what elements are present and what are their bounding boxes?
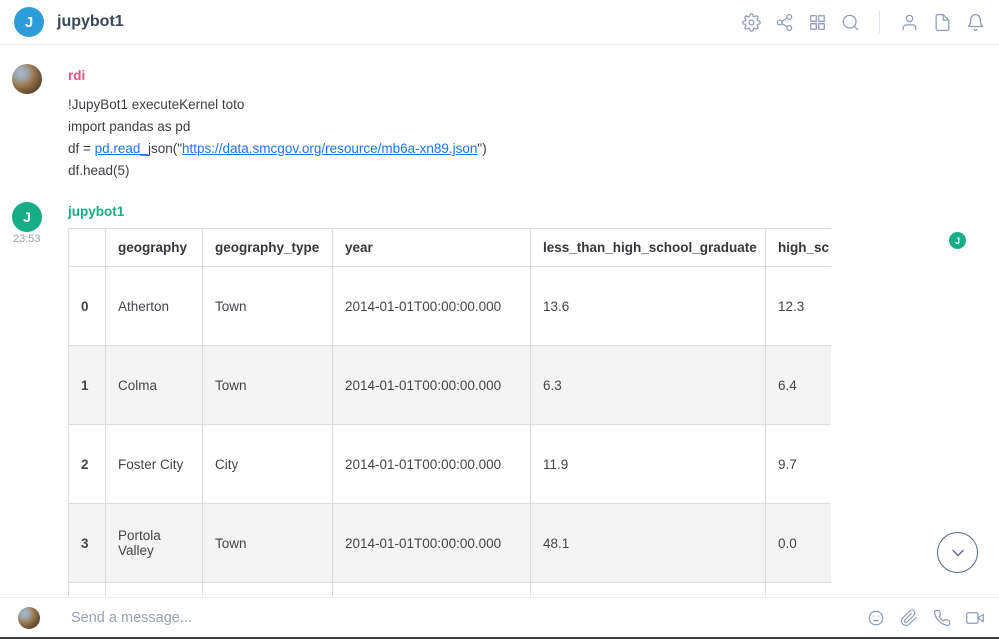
column-header: geography	[106, 229, 203, 267]
table-row-partial	[69, 583, 832, 597]
bell-icon[interactable]	[965, 12, 985, 32]
composer-actions	[866, 608, 985, 628]
author-name-jupybot1[interactable]: jupybot1	[68, 204, 124, 219]
table-cell	[531, 583, 766, 597]
chevron-down-icon	[948, 543, 968, 563]
header-actions	[741, 11, 985, 33]
row-index-cell: 0	[69, 267, 106, 346]
table-row: 0AthertonTown2014-01-01T00:00:00.00013.6…	[69, 267, 832, 346]
message-text: ")	[477, 141, 486, 156]
table-row: 3Portola ValleyTown2014-01-01T00:00:00.0…	[69, 504, 832, 583]
column-header: geography_type	[203, 229, 333, 267]
video-icon[interactable]	[965, 608, 985, 628]
jupybot1-avatar[interactable]: J	[12, 202, 42, 232]
table-cell	[333, 583, 531, 597]
column-header	[69, 229, 106, 267]
message-rdi: rdi !JupyBot1 executeKernel toto import p…	[68, 68, 928, 182]
jump-to-bottom-button[interactable]	[937, 532, 978, 573]
table-cell: 2014-01-01T00:00:00.000	[333, 425, 531, 504]
message-input[interactable]	[71, 610, 866, 626]
share-icon[interactable]	[774, 12, 794, 32]
table-cell	[766, 583, 832, 597]
rdi-avatar[interactable]	[12, 64, 42, 94]
table-cell: City	[203, 425, 333, 504]
table-cell: 48.1	[531, 504, 766, 583]
row-index-cell: 2	[69, 425, 106, 504]
self-avatar	[18, 607, 40, 629]
table-cell: Portola Valley	[106, 504, 203, 583]
table-cell: Colma	[106, 346, 203, 425]
table-body: 0AthertonTown2014-01-01T00:00:00.00013.6…	[69, 267, 832, 597]
message-text: df =	[68, 141, 95, 156]
channel-title: jupybot1	[57, 13, 124, 31]
chat-window: J jupybot1	[0, 0, 999, 639]
table-cell	[69, 583, 106, 597]
channel-header: J jupybot1	[0, 0, 999, 45]
table-cell: Foster City	[106, 425, 203, 504]
row-index-cell: 3	[69, 504, 106, 583]
dataframe-table: geographygeography_typeyearless_than_hig…	[68, 228, 831, 596]
message-composer	[0, 597, 999, 637]
user-icon[interactable]	[899, 12, 919, 32]
column-header: year	[333, 229, 531, 267]
table-cell: Town	[203, 504, 333, 583]
message-line: import pandas as pd	[68, 116, 928, 138]
table-cell: 9.7	[766, 425, 832, 504]
header-divider	[879, 11, 880, 33]
inline-link[interactable]: pd.read_	[95, 141, 148, 156]
table-cell	[106, 583, 203, 597]
column-header: less_than_high_school_graduate	[531, 229, 766, 267]
message-text: import pandas as pd	[68, 119, 190, 134]
settings-icon[interactable]	[741, 12, 761, 32]
table-cell: 12.3	[766, 267, 832, 346]
table-cell: 2014-01-01T00:00:00.000	[333, 504, 531, 583]
table-cell: 6.4	[766, 346, 832, 425]
message-line: df.head(5)	[68, 160, 928, 182]
dataframe-table-wrapper[interactable]: geographygeography_typeyearless_than_hig…	[68, 228, 831, 596]
table-row: 2Foster CityCity2014-01-01T00:00:00.0001…	[69, 425, 832, 504]
table-cell: Town	[203, 346, 333, 425]
unread-bot-badge[interactable]: J	[949, 232, 966, 249]
message-list[interactable]: rdi !JupyBot1 executeKernel toto import p…	[0, 45, 999, 597]
table-cell: Atherton	[106, 267, 203, 346]
table-cell: 6.3	[531, 346, 766, 425]
table-header-row: geographygeography_typeyearless_than_hig…	[69, 229, 832, 267]
message-body: !JupyBot1 executeKernel toto import panda…	[68, 94, 928, 182]
table-cell	[203, 583, 333, 597]
message-text: json("	[148, 141, 182, 156]
message-timestamp: 23:53	[13, 233, 41, 245]
message-line: !JupyBot1 executeKernel toto	[68, 94, 928, 116]
row-index-cell: 1	[69, 346, 106, 425]
message-line: df = pd.read_json("https://data.smcgov.o…	[68, 138, 928, 160]
table-cell: 0.0	[766, 504, 832, 583]
phone-icon[interactable]	[932, 608, 952, 628]
author-name-rdi[interactable]: rdi	[68, 68, 928, 83]
file-icon[interactable]	[932, 12, 952, 32]
table-cell: 13.6	[531, 267, 766, 346]
search-icon[interactable]	[840, 12, 860, 32]
table-cell: 11.9	[531, 425, 766, 504]
table-row: 1ColmaTown2014-01-01T00:00:00.0006.36.4	[69, 346, 832, 425]
table-cell: 2014-01-01T00:00:00.000	[333, 346, 531, 425]
emoji-icon[interactable]	[866, 608, 886, 628]
apps-grid-icon[interactable]	[807, 12, 827, 32]
message-text: !JupyBot1 executeKernel toto	[68, 97, 244, 112]
inline-link[interactable]: https://data.smcgov.org/resource/mb6a-xn…	[182, 141, 477, 156]
column-header: high_sc	[766, 229, 832, 267]
paperclip-icon[interactable]	[899, 608, 919, 628]
channel-avatar[interactable]: J	[14, 7, 44, 37]
table-cell: Town	[203, 267, 333, 346]
message-text: df.head(5)	[68, 163, 130, 178]
table-cell: 2014-01-01T00:00:00.000	[333, 267, 531, 346]
table-header-row: geographygeography_typeyearless_than_hig…	[69, 229, 832, 267]
